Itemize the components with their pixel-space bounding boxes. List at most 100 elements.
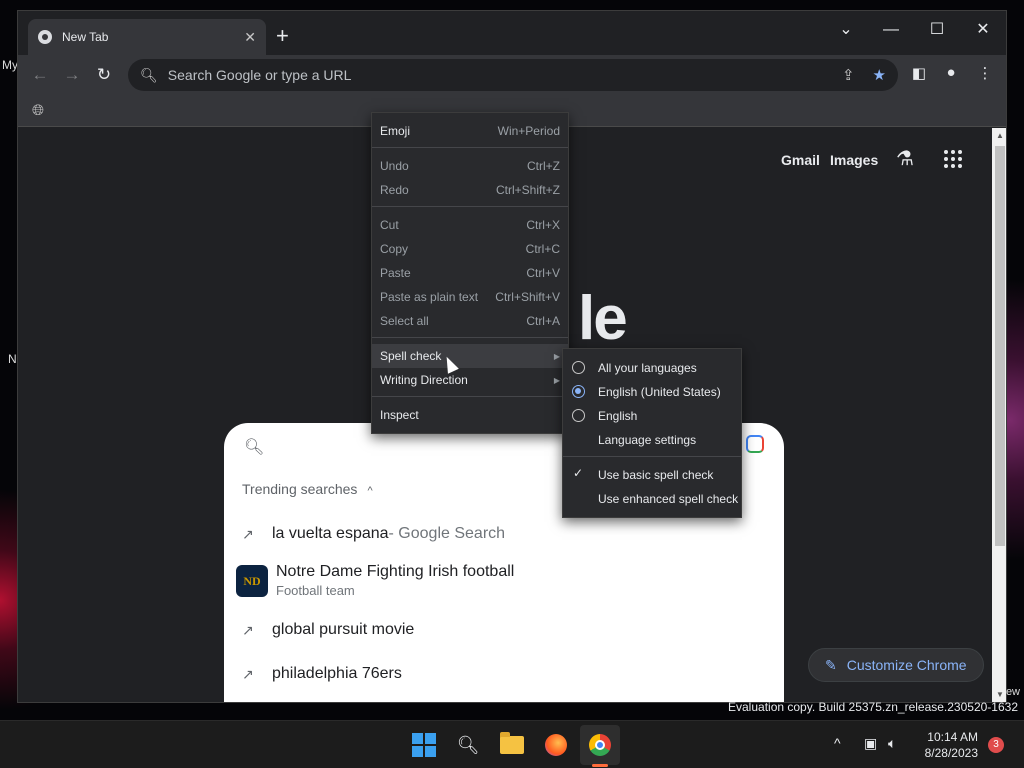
spell-option-basic[interactable]: ✓ Use basic spell check: [563, 463, 741, 487]
menu-item-spell-check[interactable]: Spell check ▶: [372, 344, 568, 368]
file-explorer-button[interactable]: [498, 731, 526, 759]
scroll-up-arrow-icon[interactable]: ▲: [996, 131, 1004, 140]
address-bar[interactable]: 🔍︎ Search Google or type a URL ⇪ ★: [128, 59, 898, 91]
trending-item[interactable]: ↗ la vuelta espana - Google Search: [242, 525, 505, 543]
page-scrollbar[interactable]: ▲ ▼: [992, 128, 1006, 702]
scrollbar-thumb[interactable]: [995, 146, 1005, 546]
menu-separator: [372, 396, 568, 397]
spell-option-english-us[interactable]: English (United States): [563, 380, 741, 404]
menu-item-shortcut: Ctrl+V: [526, 266, 560, 280]
bookmark-star-icon[interactable]: ★: [873, 66, 886, 84]
submenu-item-label: English: [598, 409, 638, 423]
menu-item-paste[interactable]: Paste Ctrl+V: [372, 261, 568, 285]
trending-up-icon: ↗: [242, 525, 254, 542]
menu-item-label: Emoji: [380, 124, 411, 138]
submenu-item-label: Language settings: [598, 433, 697, 447]
chrome-icon: [589, 734, 611, 756]
context-menu: Emoji Win+Period Undo Ctrl+Z Redo Ctrl+S…: [371, 112, 569, 434]
submenu-arrow-icon: ▶: [553, 351, 560, 361]
trending-item[interactable]: ↗ global pursuit movie: [242, 621, 414, 639]
minimize-icon[interactable]: —: [875, 17, 907, 43]
menu-item-undo[interactable]: Undo Ctrl+Z: [372, 154, 568, 178]
profile-avatar-icon[interactable]: ●: [940, 64, 962, 81]
network-icon[interactable]: ▣: [864, 735, 877, 752]
volume-icon[interactable]: 🔈︎: [888, 735, 896, 752]
menu-item-writing-direction[interactable]: Writing Direction ▶: [372, 368, 568, 392]
menu-item-copy[interactable]: Copy Ctrl+C: [372, 237, 568, 261]
start-button[interactable]: [410, 731, 438, 759]
back-arrow-icon[interactable]: ←: [28, 63, 52, 87]
trending-item[interactable]: Notre Dame Fighting Irish football Footb…: [276, 563, 514, 598]
menu-item-emoji[interactable]: Emoji Win+Period: [372, 119, 568, 143]
search-icon[interactable]: 🔍︎: [454, 731, 482, 759]
menu-item-shortcut: Ctrl+Z: [527, 159, 560, 173]
trending-text: global pursuit movie: [272, 621, 415, 638]
notre-dame-logo: ND: [236, 565, 268, 597]
trending-suffix: - Google Search: [388, 525, 506, 542]
customize-chrome-button[interactable]: ✎ Customize Chrome: [808, 648, 984, 682]
google-lens-icon[interactable]: [746, 435, 764, 453]
share-icon[interactable]: ⇪: [842, 66, 855, 84]
search-icon: 🔍︎: [244, 439, 265, 456]
evaluation-watermark: Evaluation copy. Build 25375.zn_release.…: [728, 700, 1018, 714]
radio-unselected-icon: [572, 361, 585, 374]
menu-item-redo[interactable]: Redo Ctrl+Shift+Z: [372, 178, 568, 202]
trending-item[interactable]: ↗ philadelphia 76ers: [242, 665, 402, 683]
toolbar: ← → ↻ 🔍︎ Search Google or type a URL ⇪ ★…: [18, 55, 1006, 95]
menu-item-select-all[interactable]: Select all Ctrl+A: [372, 309, 568, 333]
close-window-icon[interactable]: ✕: [967, 17, 999, 43]
scroll-down-arrow-icon[interactable]: ▼: [996, 690, 1004, 699]
menu-item-paste-plain[interactable]: Paste as plain text Ctrl+Shift+V: [372, 285, 568, 309]
clock[interactable]: 10:14 AM 8/28/2023: [916, 729, 978, 761]
close-tab-icon[interactable]: ✕: [244, 29, 256, 46]
menu-item-shortcut: Ctrl+X: [526, 218, 560, 232]
menu-item-label: Select all: [380, 314, 429, 328]
more-menu-icon[interactable]: ⋮: [974, 64, 996, 82]
radio-unselected-icon: [572, 409, 585, 422]
clock-date: 8/28/2023: [924, 746, 978, 760]
tab-strip: New Tab ✕ + ⌄ — ☐ ✕: [18, 11, 1006, 55]
spell-option-language-settings[interactable]: Language settings: [563, 428, 741, 452]
side-panel-icon[interactable]: ◧: [908, 64, 930, 82]
menu-item-label: Spell check: [380, 349, 442, 363]
notification-badge[interactable]: 3: [988, 737, 1004, 753]
search-icon: 🔍︎: [140, 66, 158, 83]
new-tab-plus-icon[interactable]: +: [276, 24, 289, 48]
active-app-indicator: [592, 764, 608, 767]
desktop-icon-label[interactable]: N: [8, 352, 17, 366]
gmail-link[interactable]: Gmail: [781, 152, 820, 168]
folder-icon: [500, 732, 524, 754]
reload-icon[interactable]: ↻: [92, 63, 116, 87]
menu-item-cut[interactable]: Cut Ctrl+X: [372, 213, 568, 237]
submenu-item-label: Use basic spell check: [598, 468, 714, 482]
trending-up-icon: ↗: [242, 621, 254, 638]
menu-item-shortcut: Ctrl+C: [525, 242, 560, 256]
forward-arrow-icon[interactable]: →: [60, 63, 84, 87]
google-apps-grid-icon[interactable]: [944, 150, 962, 168]
google-logo-fragment: le: [578, 284, 628, 353]
menu-item-label: Paste as plain text: [380, 290, 479, 304]
globe-bookmark-icon[interactable]: 🌐︎: [32, 102, 44, 119]
menu-item-shortcut: Ctrl+Shift+V: [495, 290, 560, 304]
chrome-button[interactable]: [586, 731, 614, 759]
desktop-icon-label[interactable]: My: [2, 58, 18, 72]
tab-search-chevron-icon[interactable]: ⌄: [830, 17, 862, 43]
trending-subtitle: Football team: [276, 583, 355, 598]
spell-option-english[interactable]: English: [563, 404, 741, 428]
menu-item-label: Cut: [380, 218, 399, 232]
taskbar: 🔍︎ ^ ▣ 🔈︎ 10:14 AM 8/28/2023 3: [0, 720, 1024, 768]
menu-item-inspect[interactable]: Inspect: [372, 403, 568, 427]
spell-option-enhanced[interactable]: Use enhanced spell check: [563, 487, 741, 511]
menu-separator: [372, 147, 568, 148]
show-hidden-icons-chevron-icon[interactable]: ^: [834, 735, 841, 751]
tab-new-tab[interactable]: New Tab ✕: [28, 19, 266, 55]
firefox-button[interactable]: [542, 731, 570, 759]
watermark-edge-text: ew: [1005, 686, 1020, 698]
spell-option-all-languages[interactable]: All your languages: [563, 356, 741, 380]
trending-searches-header[interactable]: Trending searches ^: [242, 481, 373, 497]
trending-title: Notre Dame Fighting Irish football: [276, 563, 515, 580]
labs-flask-icon[interactable]: ⚗: [896, 146, 914, 171]
menu-item-label: Paste: [380, 266, 411, 280]
images-link[interactable]: Images: [830, 152, 878, 168]
maximize-icon[interactable]: ☐: [921, 17, 953, 43]
